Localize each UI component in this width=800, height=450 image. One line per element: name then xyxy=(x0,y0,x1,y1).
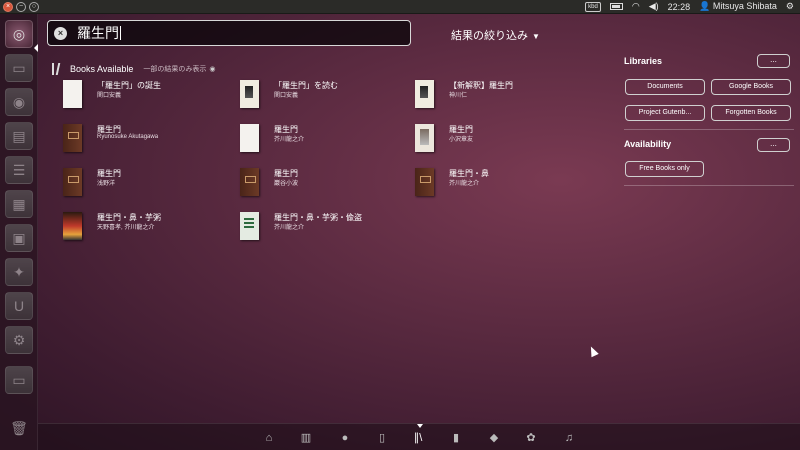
spreadsheet-icon[interactable]: ▦ xyxy=(5,190,33,218)
book-result[interactable]: 羅生門 浅野洋 xyxy=(63,168,233,208)
folder-icon[interactable]: ▭ xyxy=(5,54,33,82)
results-category-header[interactable]: Books Available 一部の結果のみ表示 ◉ xyxy=(50,63,216,75)
book-cover xyxy=(63,212,82,240)
book-result[interactable]: 羅生門・鼻・芋粥 天野喜孝, 芥川龍之介 xyxy=(63,212,233,252)
book-cover xyxy=(415,124,434,152)
software-center-icon[interactable]: ✦ xyxy=(5,258,33,286)
book-result[interactable]: 羅生門・鼻 芥川龍之介 xyxy=(415,168,585,208)
close-dash-button[interactable]: × xyxy=(3,1,13,12)
trash-icon[interactable]: 🗑 xyxy=(5,414,33,442)
availability-more-button[interactable]: ... xyxy=(757,138,790,152)
book-author: 芥川龍之介 xyxy=(274,225,305,231)
document-icon[interactable]: ▤ xyxy=(5,122,33,150)
filter-results-toggle[interactable]: 結果の絞り込み ▼ xyxy=(451,27,540,43)
availability-title: Availability xyxy=(624,139,672,149)
top-panel: × − ○ kbd ◠ ◀) 22:28 👤 Mitsuya Shibata ⚙ xyxy=(0,0,800,14)
library-chip-project-gutenberg[interactable]: Project Gutenb... xyxy=(625,105,705,121)
workspace-switcher-icon[interactable]: ▭ xyxy=(5,366,33,394)
category-subtitle: 一部の結果のみ表示 xyxy=(143,66,207,73)
book-author: 関口安義 xyxy=(274,93,299,99)
book-author: 小沢章友 xyxy=(449,137,474,143)
library-chip-documents[interactable]: Documents xyxy=(625,79,705,95)
browser-icon[interactable]: ◉ xyxy=(5,88,33,116)
chevron-down-icon: ▼ xyxy=(532,32,540,41)
book-author: Ryunosuke Akutagawa xyxy=(97,134,159,140)
book-author: 芥川龍之介 xyxy=(274,137,305,143)
applications-icon[interactable]: ▥ xyxy=(299,431,313,444)
book-cover xyxy=(63,124,82,152)
book-result[interactable]: 羅生門 Ryunosuke Akutagawa xyxy=(63,124,233,164)
book-result[interactable]: 羅生門 巖谷小波 xyxy=(240,168,410,208)
book-author: 関口安義 xyxy=(97,93,122,99)
clear-search-icon[interactable]: × xyxy=(54,26,67,40)
settings-icon[interactable]: ⚙ xyxy=(5,326,33,354)
book-author: 巖谷小波 xyxy=(274,181,299,187)
book-cover xyxy=(240,80,259,108)
ubuntu-one-icon[interactable]: U xyxy=(5,292,33,320)
minimize-button[interactable]: − xyxy=(16,1,26,12)
libraries-title: Libraries xyxy=(624,56,663,66)
window-controls: × − ○ xyxy=(0,1,39,12)
battery-icon[interactable] xyxy=(609,3,623,10)
search-query[interactable]: 羅生門 xyxy=(77,23,121,43)
search-input[interactable]: × 羅生門 xyxy=(47,20,411,46)
mouse-pointer xyxy=(587,344,599,358)
book-result[interactable]: 「羅生門」の誕生 関口安義 xyxy=(63,80,233,120)
eye-icon: ◉ xyxy=(209,66,216,73)
book-cover xyxy=(415,168,434,196)
category-title: Books Available xyxy=(70,64,134,74)
text-document-icon[interactable]: ☰ xyxy=(5,156,33,184)
gear-icon[interactable]: ⚙ xyxy=(786,1,794,12)
lens-bar: ⌂ ▥ ● ▯ ∥\ ▮ ◆ ✿ ♫ xyxy=(38,423,800,450)
section-divider xyxy=(624,129,794,130)
photos-icon[interactable]: ✿ xyxy=(524,431,538,444)
clock[interactable]: 22:28 xyxy=(668,2,691,12)
files-icon[interactable]: ▮ xyxy=(449,431,463,444)
book-author: 天野喜孝, 芥川龍之介 xyxy=(97,225,155,231)
ask-icon[interactable]: ● xyxy=(338,431,352,444)
launcher: ◎ ▭ ◉ ▤ ☰ ▦ ▣ ✦ U ⚙ ▭ 🗑 xyxy=(0,14,38,450)
user-name: Mitsuya Shibata xyxy=(712,1,777,11)
active-lens-marker xyxy=(417,424,423,428)
book-author: 芥川龍之介 xyxy=(449,181,480,187)
library-chip-forgotten-books[interactable]: Forgotten Books xyxy=(711,105,791,121)
book-author: 浅野洋 xyxy=(97,181,116,187)
bookmark-icon[interactable]: ▯ xyxy=(375,431,389,444)
keyboard-indicator[interactable]: kbd xyxy=(585,1,601,12)
book-cover xyxy=(63,168,82,196)
home-icon[interactable]: ⌂ xyxy=(262,431,276,444)
books-category-icon xyxy=(50,63,64,75)
book-cover xyxy=(240,212,259,240)
book-cover xyxy=(63,80,82,108)
user-menu[interactable]: 👤 Mitsuya Shibata xyxy=(699,1,777,12)
wifi-icon[interactable]: ◠ xyxy=(632,1,640,12)
book-result[interactable]: 羅生門 小沢章友 xyxy=(415,124,585,164)
music-icon[interactable]: ♫ xyxy=(562,431,576,444)
section-divider xyxy=(624,185,794,186)
filter-results-label: 結果の絞り込み xyxy=(451,30,528,42)
book-author: 神川仁 xyxy=(449,93,468,99)
ubuntu-logo-icon[interactable]: ◎ xyxy=(5,20,33,48)
book-result[interactable]: 羅生門 芥川龍之介 xyxy=(240,124,410,164)
maximize-button[interactable]: ○ xyxy=(29,1,39,12)
presentation-icon[interactable]: ▣ xyxy=(5,224,33,252)
book-result[interactable]: 羅生門・鼻・芋粥・偸盗 芥川龍之介 xyxy=(240,212,410,252)
library-chip-google-books[interactable]: Google Books xyxy=(711,79,791,95)
launcher-active-arrow xyxy=(34,44,38,52)
book-result[interactable]: 【新解釈】羅生門 神川仁 xyxy=(415,80,585,120)
availability-chip-free-books[interactable]: Free Books only xyxy=(625,161,704,177)
book-cover xyxy=(240,124,259,152)
book-cover xyxy=(415,80,434,108)
system-tray: kbd ◠ ◀) 22:28 👤 Mitsuya Shibata ⚙ xyxy=(585,1,800,12)
python-icon[interactable]: ◆ xyxy=(487,431,501,444)
book-result[interactable]: 「羅生門」を読む 関口安義 xyxy=(240,80,410,120)
libraries-more-button[interactable]: ... xyxy=(757,54,790,68)
book-cover xyxy=(240,168,259,196)
volume-icon[interactable]: ◀) xyxy=(649,1,659,12)
books-icon[interactable]: ∥\ xyxy=(411,431,425,444)
